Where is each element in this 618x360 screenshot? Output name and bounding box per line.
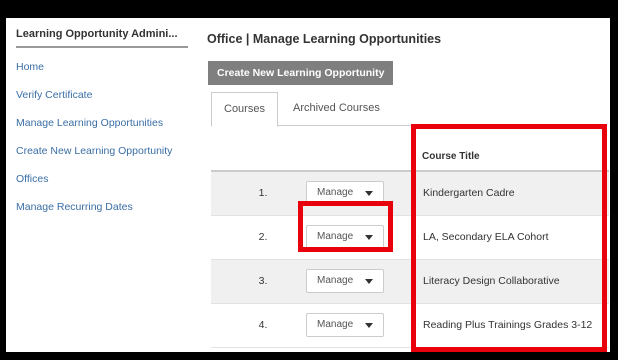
table-row: 3. Manage Literacy Design Collaborative — [211, 260, 609, 304]
manage-label: Manage — [317, 275, 354, 286]
sidebar-item-create-new: Create New Learning Opportunity — [16, 137, 188, 165]
sidebar-item-home: Home — [16, 53, 188, 81]
row-number: 1. — [258, 187, 268, 199]
manage-dropdown[interactable]: Manage — [306, 313, 384, 337]
manage-label: Manage — [317, 319, 354, 330]
page-title: Office | Manage Learning Opportunities — [207, 32, 442, 46]
table-row: 2. Manage LA, Secondary ELA Cohort — [211, 216, 609, 260]
sidebar: Learning Opportunity Admini... Home Veri… — [16, 28, 188, 221]
manage-dropdown[interactable]: Manage — [306, 269, 384, 293]
courses-table: Course Title 1. Manage Kindergarten Cadr… — [211, 144, 609, 348]
row-number: 4. — [258, 319, 268, 331]
caret-down-icon — [365, 235, 373, 240]
tab-archived-courses[interactable]: Archived Courses — [281, 92, 392, 125]
row-number: 3. — [258, 275, 268, 287]
caret-down-icon — [365, 323, 373, 328]
manage-label: Manage — [317, 231, 354, 242]
create-new-learning-opportunity-link[interactable]: Create New Learning Opportunity — [16, 145, 172, 157]
manage-dropdown[interactable]: Manage — [306, 225, 384, 249]
tabs: Courses Archived Courses — [211, 92, 607, 127]
manage-label: Manage — [317, 187, 354, 198]
course-title: LA, Secondary ELA Cohort — [423, 231, 549, 243]
page: Learning Opportunity Admini... Home Veri… — [6, 18, 610, 352]
manage-dropdown[interactable]: Manage — [306, 181, 384, 205]
sidebar-title: Learning Opportunity Admini... — [16, 28, 188, 48]
sidebar-item-recurring-dates: Manage Recurring Dates — [16, 193, 188, 221]
course-title: Kindergarten Cadre — [423, 187, 515, 199]
table-row: 4. Manage Reading Plus Trainings Grades … — [211, 304, 609, 348]
home-link[interactable]: Home — [16, 61, 44, 73]
table-header: Course Title — [211, 144, 609, 172]
row-number: 2. — [258, 231, 268, 243]
course-title: Literacy Design Collaborative — [423, 275, 560, 287]
course-title-header[interactable]: Course Title — [422, 151, 480, 162]
sidebar-item-offices: Offices — [16, 165, 188, 193]
verify-certificate-link[interactable]: Verify Certificate — [16, 89, 92, 101]
create-new-learning-opportunity-button[interactable]: Create New Learning Opportunity — [208, 61, 394, 85]
sidebar-item-manage-learning: Manage Learning Opportunities — [16, 109, 188, 137]
sidebar-item-verify-certificate: Verify Certificate — [16, 81, 188, 109]
caret-down-icon — [365, 279, 373, 284]
manage-learning-opportunities-link[interactable]: Manage Learning Opportunities — [16, 117, 163, 129]
offices-link[interactable]: Offices — [16, 173, 48, 185]
caret-down-icon — [365, 191, 373, 196]
sidebar-list: Home Verify Certificate Manage Learning … — [16, 53, 188, 221]
main-content: Office | Manage Learning Opportunities C… — [207, 32, 607, 127]
course-title: Reading Plus Trainings Grades 3-12 — [423, 319, 593, 331]
manage-recurring-dates-link[interactable]: Manage Recurring Dates — [16, 201, 133, 213]
table-row: 1. Manage Kindergarten Cadre — [211, 172, 609, 216]
tab-courses[interactable]: Courses — [211, 92, 278, 127]
